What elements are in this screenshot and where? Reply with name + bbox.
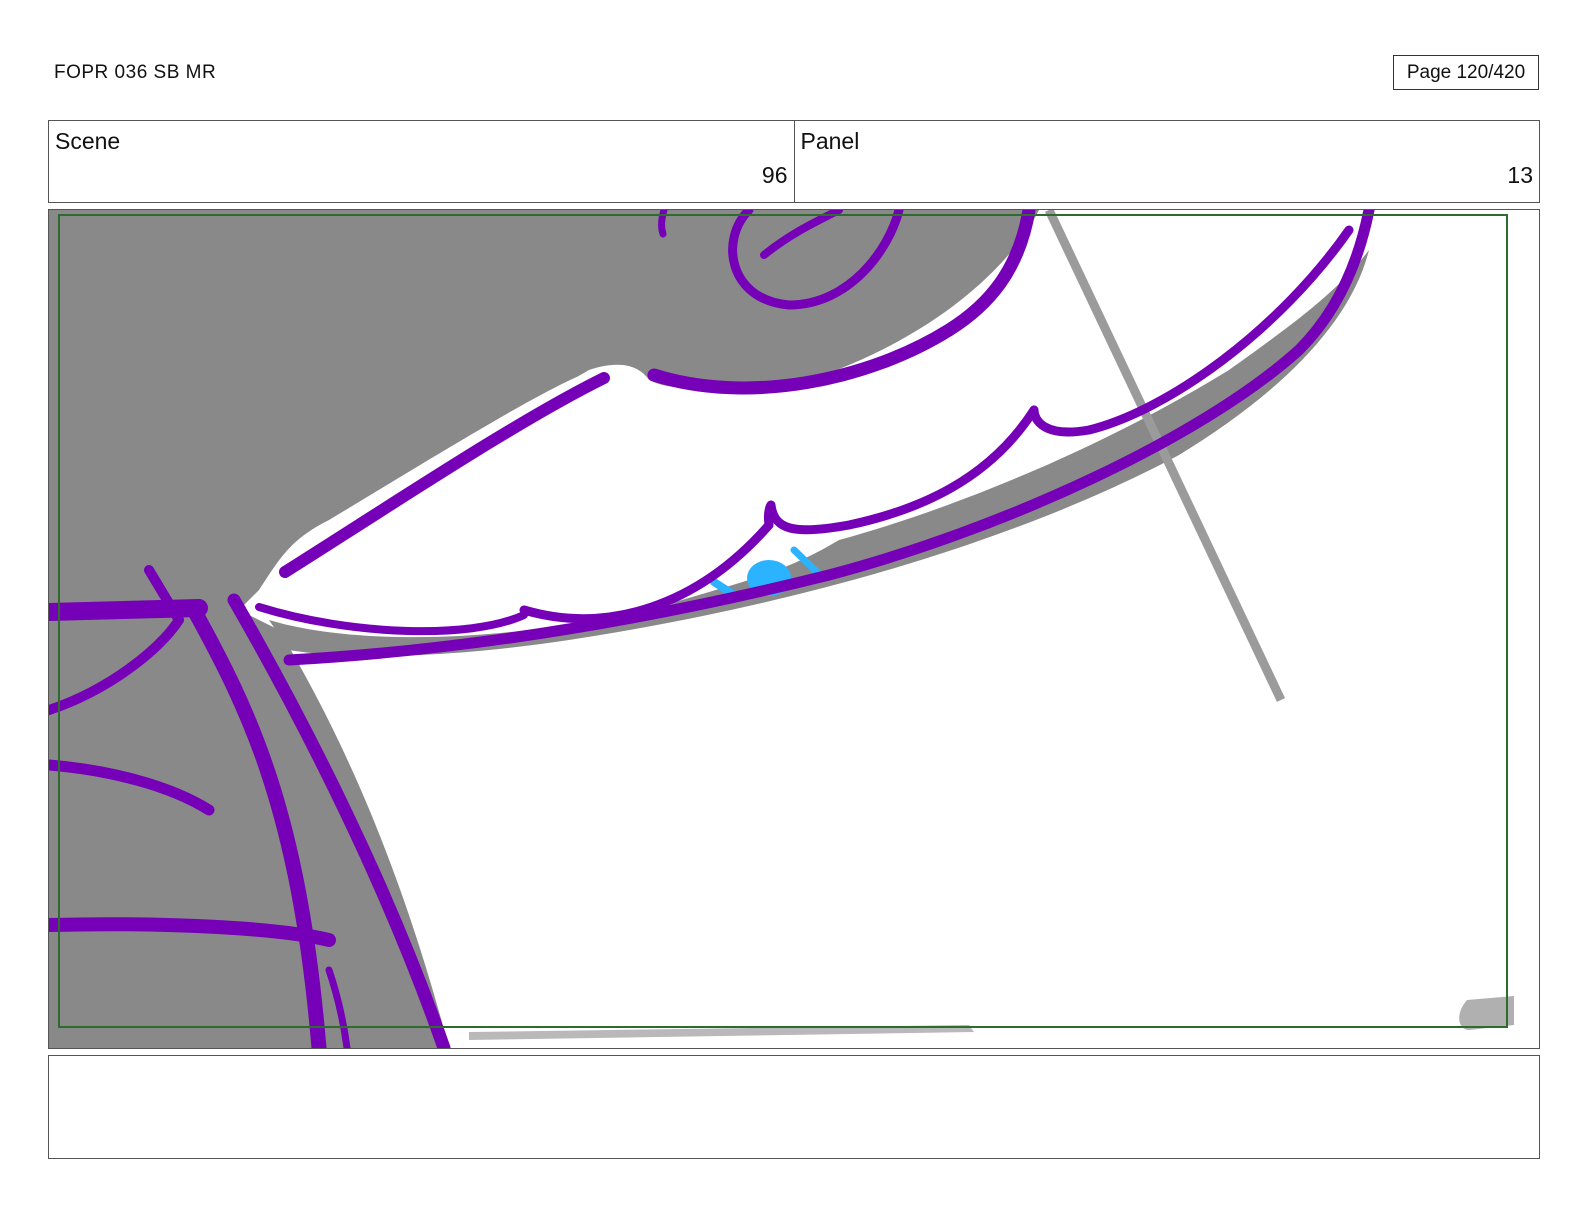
- document-title: FOPR 036 SB MR: [54, 62, 217, 83]
- panel-label: Panel: [800, 128, 860, 154]
- panel-number: 13: [1507, 162, 1533, 188]
- action-notes-box[interactable]: [48, 1055, 1540, 1159]
- line-upper-curl: [658, 210, 668, 238]
- panel-cell: Panel 13: [793, 121, 1540, 202]
- page-number-box: Page 120/420: [1393, 55, 1539, 90]
- corner-smudge: [1459, 996, 1514, 1030]
- storyboard-sketch-image: [49, 210, 1539, 1048]
- scene-panel-info-row: Scene 96 Panel 13: [48, 120, 1540, 203]
- scene-label: Scene: [55, 128, 121, 154]
- storyboard-panel-frame: [48, 209, 1540, 1049]
- scene-number: 96: [761, 162, 788, 188]
- scene-cell: Scene 96: [49, 121, 794, 202]
